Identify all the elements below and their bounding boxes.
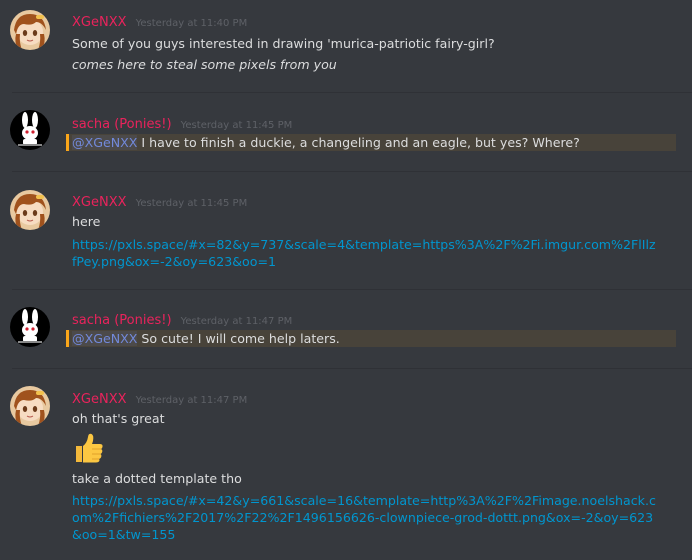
message-text: I have to finish a duckie, a changeling … [137, 135, 580, 150]
message-header: XGeNXX Yesterday at 11:40 PM [72, 11, 247, 31]
timestamp: Yesterday at 11:45 PM [180, 120, 293, 131]
message-text: oh that's great [72, 411, 165, 426]
message-divider [12, 289, 692, 290]
avatar-xgenxx[interactable] [10, 10, 50, 50]
user-mention[interactable]: @XGeNXX [72, 331, 138, 346]
username[interactable]: XGeNXX [72, 195, 127, 210]
timestamp: Yesterday at 11:47 PM [180, 316, 293, 327]
message-divider [12, 171, 692, 172]
avatar-sacha[interactable] [10, 110, 50, 150]
avatar-xgenxx[interactable] [10, 190, 50, 230]
bunny-avatar-icon [10, 307, 50, 347]
anime-girl-avatar-icon [10, 386, 50, 426]
anime-girl-avatar-icon [10, 10, 50, 50]
timestamp: Yesterday at 11:45 PM [135, 198, 248, 209]
chat-messages: XGeNXX Yesterday at 11:40 PM Some of you… [0, 0, 692, 560]
avatar-sacha[interactable] [10, 307, 50, 347]
message-link[interactable]: https://pxls.space/#x=82&y=737&scale=4&t… [72, 236, 656, 270]
mention-message: @XGeNXX I have to finish a duckie, a cha… [66, 134, 676, 151]
thumbs-up-icon[interactable] [72, 431, 106, 465]
message-text: take a dotted template tho [72, 471, 242, 486]
message-link[interactable]: https://pxls.space/#x=42&y=661&scale=16&… [72, 492, 656, 543]
message-header: XGeNXX Yesterday at 11:47 PM [72, 388, 247, 408]
avatar-xgenxx[interactable] [10, 386, 50, 426]
message-text-italic: comes here to steal some pixels from you [72, 57, 337, 72]
message-divider [12, 92, 692, 93]
timestamp: Yesterday at 11:47 PM [135, 395, 248, 406]
message-text: Some of you guys interested in drawing '… [72, 36, 495, 51]
message-header: XGeNXX Yesterday at 11:45 PM [72, 191, 247, 211]
username[interactable]: sacha (Ponies!) [72, 313, 172, 328]
anime-girl-avatar-icon [10, 190, 50, 230]
message-text: here [72, 214, 101, 229]
message-header: sacha (Ponies!) Yesterday at 11:47 PM [72, 309, 292, 329]
message-header: sacha (Ponies!) Yesterday at 11:45 PM [72, 113, 292, 133]
bunny-avatar-icon [10, 110, 50, 150]
username[interactable]: XGeNXX [72, 392, 127, 407]
mention-message: @XGeNXX So cute! I will come help laters… [66, 330, 676, 347]
username[interactable]: sacha (Ponies!) [72, 117, 172, 132]
username[interactable]: XGeNXX [72, 15, 127, 30]
message-text: So cute! I will come help laters. [137, 331, 340, 346]
message-divider [12, 368, 692, 369]
timestamp: Yesterday at 11:40 PM [135, 18, 248, 29]
user-mention[interactable]: @XGeNXX [72, 135, 138, 150]
